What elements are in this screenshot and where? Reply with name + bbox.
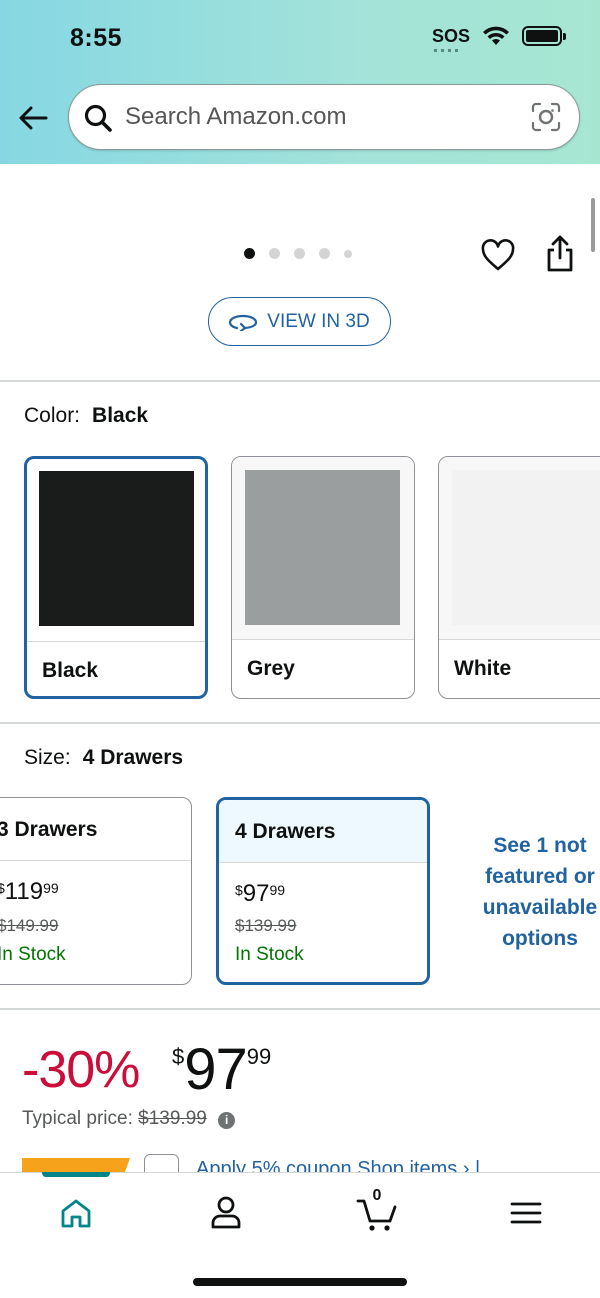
info-icon[interactable]: i (218, 1112, 236, 1129)
typical-price-value: $139.99 (138, 1108, 207, 1129)
wifi-icon (483, 26, 509, 45)
color-option-label: Black (42, 659, 99, 682)
price-whole: 97 (184, 1037, 248, 1102)
size-option-3-drawers[interactable]: 3 Drawers $11999 $149.99 In Stock (0, 797, 192, 985)
sos-indicator: SOS (431, 26, 470, 52)
color-option-grey[interactable]: Grey (231, 456, 415, 699)
rotate-3d-icon (229, 314, 258, 331)
camera-lens-icon[interactable] (531, 102, 561, 132)
arrow-left-icon[interactable] (16, 100, 52, 136)
price-fraction: 99 (246, 1044, 272, 1069)
size-option-price: $11999 (0, 878, 59, 905)
signal-dots (433, 49, 462, 52)
size-option-4-drawers[interactable]: 4 Drawers $9799 $139.99 In Stock (216, 797, 430, 985)
view-in-3d-label: VIEW IN 3D (267, 310, 370, 332)
color-swatch-grey (245, 470, 400, 625)
search-bar[interactable] (68, 84, 580, 150)
scroll-indicator[interactable] (591, 198, 595, 252)
bottom-nav (0, 1172, 600, 1298)
size-option-title: 4 Drawers (235, 820, 336, 843)
status-time: 8:55 (70, 24, 123, 52)
size-option-stock: In Stock (0, 944, 66, 965)
home-icon[interactable] (56, 1193, 96, 1233)
color-swatch-black (39, 471, 194, 626)
home-indicator-bar (193, 1278, 407, 1286)
app-header: 8:55 SOS (0, 0, 600, 164)
discount-percent: -30% (22, 1041, 140, 1099)
section-divider (0, 380, 600, 382)
menu-icon[interactable] (506, 1193, 546, 1233)
search-input[interactable] (125, 99, 515, 135)
color-swatch-white (452, 470, 600, 625)
pagination-dot-active[interactable] (244, 248, 255, 259)
sos-label: SOS (431, 26, 470, 46)
share-icon[interactable] (543, 234, 577, 274)
color-option-black[interactable]: Black (24, 456, 208, 699)
cart-count: 0 (372, 1187, 382, 1204)
color-selected-value: Black (92, 404, 149, 427)
size-option-title: 3 Drawers (0, 818, 98, 841)
color-label-row: Color: Black (24, 404, 148, 428)
size-selected-value: 4 Drawers (82, 746, 184, 769)
active-tab-indicator (42, 1172, 110, 1177)
person-icon[interactable] (206, 1193, 246, 1233)
color-option-label: White (454, 657, 512, 680)
color-label: Color: (24, 404, 81, 427)
size-label: Size: (24, 746, 71, 769)
size-option-list-price: $149.99 (0, 916, 59, 935)
view-in-3d-button[interactable]: VIEW IN 3D (208, 297, 391, 346)
size-label-row: Size: 4 Drawers (24, 746, 183, 770)
price-currency: $ (172, 1044, 185, 1069)
size-option-stock: In Stock (235, 944, 304, 965)
pagination-dot[interactable] (294, 248, 305, 259)
size-option-price: $9799 (235, 880, 286, 907)
heart-icon[interactable] (480, 238, 516, 274)
color-option-white[interactable]: White (438, 456, 600, 699)
size-option-list-price: $139.99 (235, 916, 297, 935)
pagination-dot[interactable] (319, 248, 330, 259)
search-icon (84, 104, 112, 132)
color-option-label: Grey (247, 657, 295, 680)
typical-price-label: Typical price: (22, 1108, 133, 1129)
typical-price-row: Typical price: $139.99 i (22, 1108, 236, 1130)
image-pagination-dots (244, 248, 352, 259)
pagination-dot[interactable] (269, 248, 280, 259)
status-icons: SOS (431, 26, 566, 52)
pagination-dot[interactable] (344, 249, 352, 258)
battery-icon (522, 26, 566, 46)
see-unavailable-options-link[interactable]: See 1 not featured or unavailable option… (470, 830, 600, 954)
section-divider (0, 722, 600, 724)
section-divider (0, 1008, 600, 1010)
current-price: $9799 (172, 1036, 271, 1103)
